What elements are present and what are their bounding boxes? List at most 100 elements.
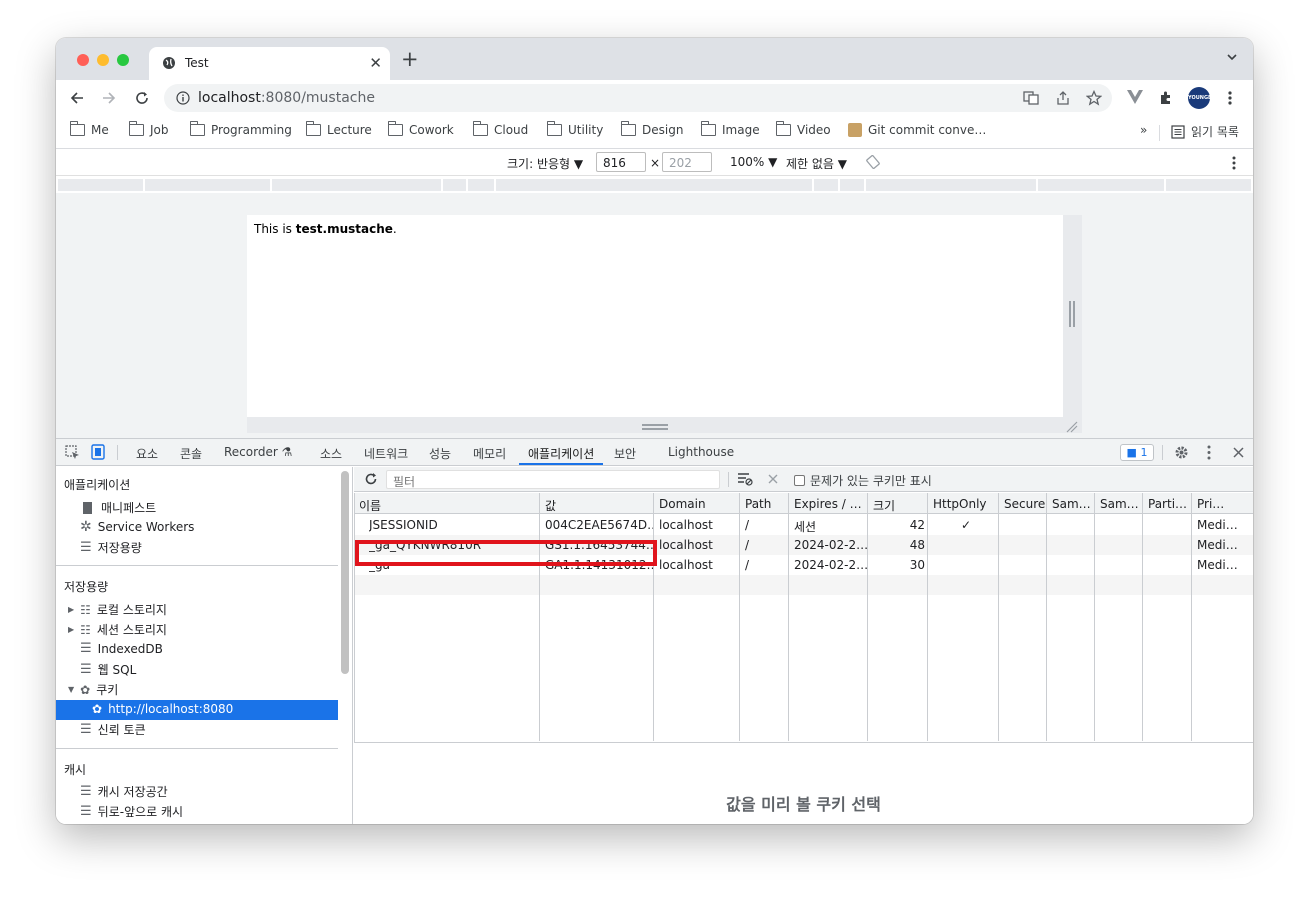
tab-sources[interactable]: 소스 (320, 445, 342, 462)
width-input[interactable]: 816 (596, 152, 646, 172)
section-cache: 캐시 (64, 763, 87, 777)
star-icon[interactable] (1086, 90, 1102, 106)
corner-resize-icon[interactable] (1066, 421, 1078, 433)
profile-avatar[interactable]: YOUNGEM (1188, 87, 1216, 109)
bookmark-folder[interactable]: Design (621, 121, 683, 137)
share-icon[interactable] (1055, 90, 1071, 106)
devtools-panel: 요소 콘솔 Recorder ⚗ 소스 네트워크 성능 메모리 애플리케이션 보… (56, 438, 1253, 824)
zoom-window-button[interactable] (117, 54, 129, 66)
database-icon: ☰ (80, 641, 92, 656)
collapse-arrow-icon: ▼ (68, 685, 75, 694)
bottom-resize-handle[interactable] (642, 424, 668, 430)
tab-network[interactable]: 네트워크 (364, 445, 408, 462)
column-value[interactable]: 값 (545, 497, 655, 514)
sidebar-item-local-storage[interactable]: ▶ ☷ 로컬 스토리지 (68, 601, 167, 618)
bookmark-folder[interactable]: Lecture (306, 121, 372, 137)
device-toggle-icon[interactable] (91, 444, 105, 460)
bookmarks-overflow-button[interactable]: » (1140, 123, 1147, 137)
zoom-dropdown[interactable]: 100% ▼ (730, 155, 777, 169)
forward-icon[interactable] (101, 90, 117, 106)
cookie-filter-input[interactable]: 필터 (386, 470, 720, 489)
media-query-bar[interactable] (56, 177, 1253, 193)
bookmark-folder[interactable]: Cloud (473, 121, 528, 137)
column-sameparty[interactable]: Sam… (1100, 497, 1144, 511)
tab-security[interactable]: 보안 (614, 445, 636, 462)
vue-extension-icon[interactable] (1127, 90, 1143, 104)
column-partition[interactable]: Parti… (1148, 497, 1192, 511)
bookmark-folder[interactable]: Programming (190, 121, 292, 137)
issues-badge[interactable]: ■ 1 (1120, 444, 1154, 461)
refresh-icon[interactable] (364, 472, 378, 486)
close-icon[interactable] (1233, 447, 1244, 458)
extensions-icon[interactable] (1158, 90, 1174, 106)
new-tab-button[interactable]: + (401, 49, 419, 70)
back-icon[interactable] (69, 90, 85, 106)
minimize-window-button[interactable] (97, 54, 109, 66)
throttle-dropdown[interactable]: 제한 없음 ▼ (786, 155, 847, 172)
column-secure[interactable]: Secure (1004, 497, 1048, 511)
right-resize-handle[interactable] (1069, 301, 1075, 327)
sidebar-item-trust-tokens[interactable]: ☰ 신뢰 토큰 (80, 721, 146, 738)
close-tab-icon[interactable]: ✕ (369, 54, 382, 72)
tab-application[interactable]: 애플리케이션 (528, 445, 594, 462)
browser-tab[interactable]: Test ✕ (149, 47, 390, 80)
column-samesite[interactable]: Sam… (1052, 497, 1096, 511)
column-path[interactable]: Path (745, 497, 790, 511)
height-input[interactable]: 202 (662, 152, 712, 172)
column-priority[interactable]: Pri… (1197, 497, 1247, 511)
inspect-element-icon[interactable] (65, 445, 80, 460)
bookmark-git-commit[interactable]: Git commit conve… (848, 123, 986, 137)
sidebar-item-indexeddb[interactable]: ☰ IndexedDB (80, 641, 163, 656)
section-application: 애플리케이션 (64, 478, 131, 492)
bookmark-folder[interactable]: Cowork (388, 121, 454, 137)
sidebar-item-cookie-origin[interactable]: ✿ http://localhost:8080 (92, 702, 233, 716)
bookmark-folder[interactable]: Me (70, 121, 109, 137)
reload-icon[interactable] (134, 90, 150, 106)
gear-icon[interactable] (1174, 445, 1189, 460)
column-expires[interactable]: Expires / … (794, 497, 868, 511)
close-window-button[interactable] (77, 54, 89, 66)
sidebar-item-manifest[interactable]: 매니페스트 (80, 499, 156, 516)
column-httponly[interactable]: HttpOnly (933, 497, 999, 511)
tab-console[interactable]: 콘솔 (180, 445, 202, 462)
tab-lighthouse[interactable]: Lighthouse (668, 445, 734, 459)
sidebar-item-session-storage[interactable]: ▶ ☷ 세션 스토리지 (68, 621, 167, 638)
bookmark-label: Utility (568, 123, 604, 137)
tab-elements[interactable]: 요소 (136, 445, 158, 462)
more-vertical-icon[interactable] (1207, 445, 1211, 460)
sidebar-scrollbar[interactable] (341, 471, 349, 674)
only-issues-checkbox[interactable]: 문제가 있는 쿠키만 표시 (794, 472, 932, 489)
chevron-down-icon[interactable] (1226, 52, 1238, 62)
column-size[interactable]: 크기 (873, 497, 927, 514)
address-bar[interactable]: localhost:8080/mustache (164, 84, 1112, 112)
info-icon[interactable] (176, 91, 190, 105)
more-vertical-icon[interactable] (1232, 156, 1236, 170)
section-storage: 저장용량 (64, 580, 109, 594)
tab-memory[interactable]: 메모리 (473, 445, 506, 462)
more-vertical-icon[interactable] (1228, 90, 1232, 106)
column-name[interactable]: 이름 (359, 497, 539, 514)
tab-performance[interactable]: 성능 (429, 445, 451, 462)
reading-list-button[interactable]: 읽기 목록 (1171, 123, 1239, 140)
bookmark-folder[interactable]: Job (129, 121, 169, 137)
sidebar-item-bfcache[interactable]: ☰ 뒤로-앞으로 캐시 (80, 803, 183, 820)
translate-icon[interactable] (1023, 90, 1039, 106)
clear-filtered-icon[interactable] (737, 472, 753, 486)
sidebar-item-storage[interactable]: ☰ 저장용량 (80, 539, 142, 556)
dimensions-dropdown[interactable]: 크기: 반응형 ▼ (507, 155, 583, 172)
column-divider (1046, 493, 1047, 741)
url-path: :8080/mustache (260, 90, 375, 106)
checkbox[interactable] (794, 475, 805, 486)
sidebar-item-cookies[interactable]: ▼ ✿ 쿠키 (68, 681, 118, 698)
bookmark-folder[interactable]: Video (776, 121, 831, 137)
delete-selected-icon[interactable] (768, 474, 778, 484)
bookmark-folder[interactable]: Utility (547, 121, 604, 137)
bookmark-folder[interactable]: Image (701, 121, 760, 137)
sidebar-item-service-workers[interactable]: ✲ Service Workers (80, 519, 194, 535)
table-row[interactable]: JSESSIONID 004C2EAE5674D… localhost / 세션… (355, 515, 1253, 535)
rotate-icon[interactable] (866, 155, 880, 169)
sidebar-item-cache-storage[interactable]: ☰ 캐시 저장공간 (80, 783, 168, 800)
sidebar-item-websql[interactable]: ☰ 웹 SQL (80, 661, 136, 678)
column-domain[interactable]: Domain (659, 497, 741, 511)
tab-recorder[interactable]: Recorder ⚗ (224, 445, 292, 459)
